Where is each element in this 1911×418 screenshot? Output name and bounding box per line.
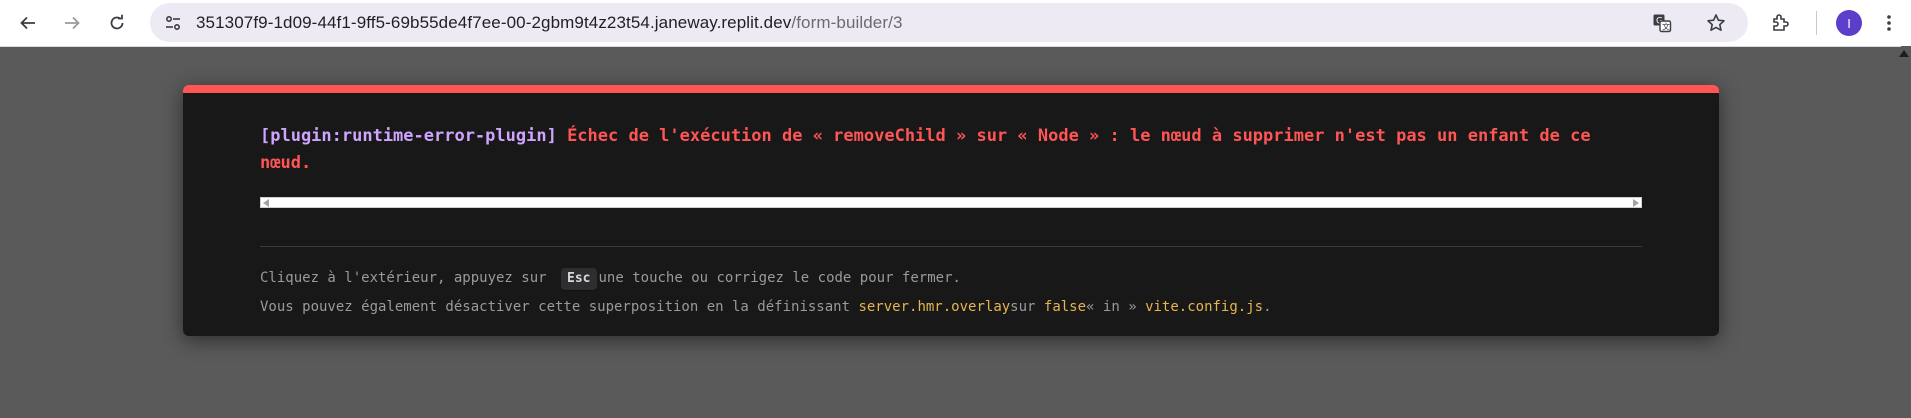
profile-button[interactable]: I — [1829, 3, 1869, 43]
more-icon[interactable] — [1869, 3, 1909, 43]
forward-icon[interactable] — [52, 3, 92, 43]
star-icon[interactable] — [1696, 3, 1736, 43]
config-file: vite.config.js — [1145, 299, 1264, 315]
address-bar[interactable]: 351307f9-1d09-44f1-9ff5-69b55de4f7ee-00-… — [150, 3, 1748, 42]
url-text[interactable]: 351307f9-1d09-44f1-9ff5-69b55de4f7ee-00-… — [196, 13, 903, 33]
back-icon[interactable] — [8, 3, 48, 43]
scroll-up-arrow-icon[interactable] — [1899, 50, 1909, 57]
error-overlay: [plugin:runtime-error-plugin] Échec de l… — [183, 85, 1719, 336]
site-info-icon[interactable] — [162, 12, 184, 34]
horizontal-scrollbar[interactable] — [260, 197, 1642, 208]
toolbar-divider — [1816, 11, 1817, 35]
tip-text: Cliquez à l'extérieur, appuyez sur — [260, 270, 556, 286]
reload-icon[interactable] — [97, 3, 137, 43]
url-host: 351307f9-1d09-44f1-9ff5-69b55de4f7ee-00-… — [196, 12, 792, 32]
avatar: I — [1836, 10, 1862, 36]
esc-key: Esc — [561, 268, 597, 290]
url-path: /form-builder/3 — [791, 12, 903, 32]
config-option: server.hmr.overlay — [858, 299, 1011, 315]
tip-text: Vous pouvez également désactiver cette s… — [260, 299, 859, 315]
page-scrollbar[interactable] — [1901, 46, 1911, 418]
tip-text: sur — [1010, 299, 1044, 315]
disable-tip: Vous pouvez également désactiver cette s… — [260, 296, 1650, 318]
divider — [260, 246, 1642, 247]
translate-icon[interactable]: G文 — [1642, 3, 1682, 43]
scroll-left-arrow-icon[interactable] — [263, 199, 269, 207]
extensions-icon[interactable] — [1760, 3, 1800, 43]
scroll-right-arrow-icon[interactable] — [1633, 199, 1639, 207]
tip-text: . — [1263, 299, 1272, 315]
config-value: false — [1043, 299, 1087, 315]
close-tip: Cliquez à l'extérieur, appuyez sur Esc un… — [260, 267, 1650, 290]
error-message: [plugin:runtime-error-plugin] Échec de l… — [260, 123, 1650, 177]
tip-text: « in » — [1086, 299, 1146, 315]
plugin-name: [plugin:runtime-error-plugin] — [260, 126, 557, 146]
browser-toolbar: 351307f9-1d09-44f1-9ff5-69b55de4f7ee-00-… — [0, 0, 1911, 47]
svg-text:文: 文 — [1662, 21, 1670, 31]
tip-text: une touche ou corrigez le code pour ferm… — [598, 270, 961, 286]
